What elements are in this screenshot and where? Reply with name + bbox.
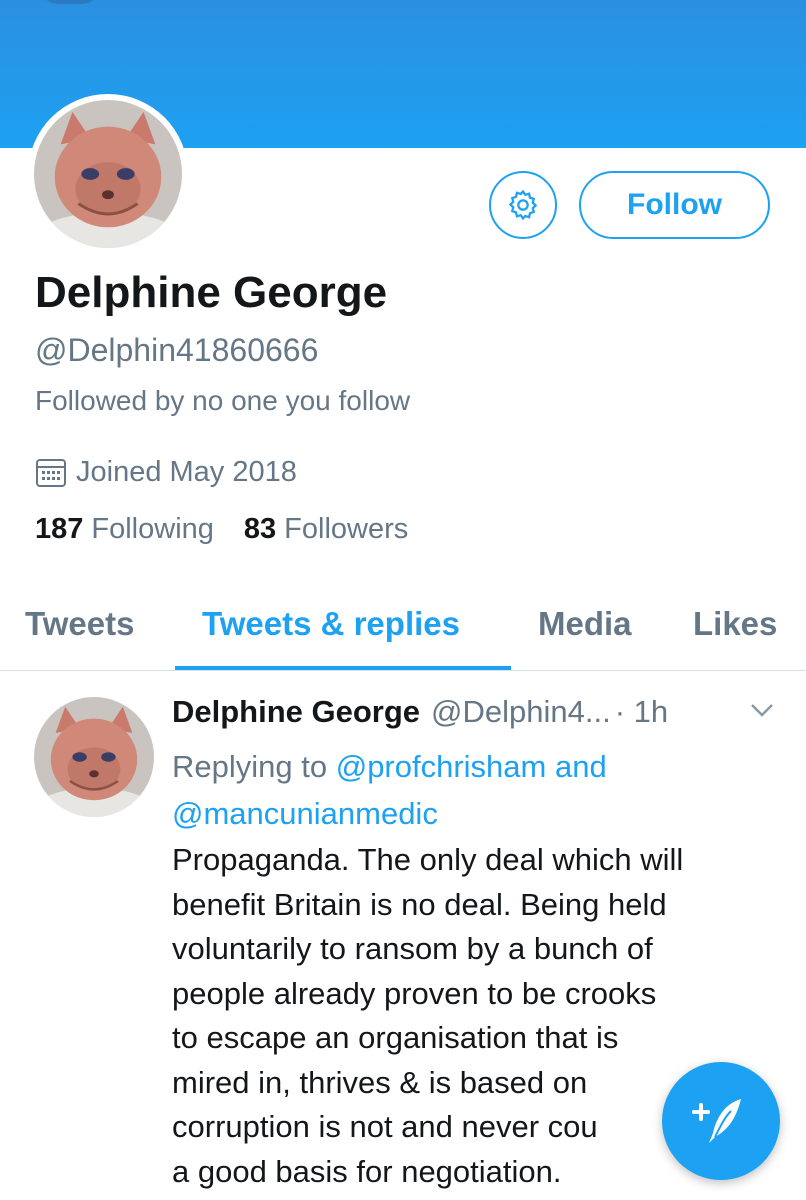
tweet-text-line: voluntarily to ransom by a bunch of [172, 931, 653, 966]
follow-button[interactable]: Follow [579, 171, 770, 239]
followers-label: Followers [284, 513, 409, 545]
compose-tweet-icon [692, 1099, 741, 1143]
joined-label: Joined May 2018 [76, 456, 297, 488]
profile-stats: 187 Following 83 Followers [35, 513, 408, 546]
kitten-avatar-image [34, 697, 154, 817]
active-tab-indicator [175, 666, 511, 670]
tweet-text-line: to escape an organisation that is [172, 1020, 619, 1055]
chevron-down-icon[interactable] [748, 700, 776, 720]
tweet-header: Delphine George @Delphin4... · 1h [172, 694, 668, 730]
tab-tweets[interactable]: Tweets [25, 605, 134, 643]
kitten-avatar-image [34, 100, 182, 248]
mention-link[interactable]: @mancunianmedic [172, 796, 438, 831]
joined-date: Joined May 2018 [35, 456, 297, 489]
tweet-author-name[interactable]: Delphine George [172, 694, 420, 730]
settings-button[interactable] [489, 171, 557, 239]
tab-media[interactable]: Media [538, 605, 632, 643]
following-label: Following [91, 513, 214, 545]
following-stat[interactable]: 187 Following [35, 513, 214, 546]
profile-avatar[interactable] [28, 94, 188, 254]
profile-name: Delphine George [35, 268, 388, 317]
tab-tweets-and-replies[interactable]: Tweets & replies [202, 605, 460, 643]
tweet-text-line: people already proven to be crooks [172, 975, 657, 1011]
tweet-timestamp[interactable]: · 1h [615, 694, 668, 730]
followers-count: 83 [243, 513, 277, 545]
banner-top-shape [40, 0, 100, 4]
tab-likes[interactable]: Likes [693, 605, 777, 643]
profile-tabs: Tweets Tweets & replies Media Likes [0, 580, 806, 671]
replying-to: Replying to @profchrisham and @mancunian… [172, 743, 732, 837]
tweet-avatar[interactable] [34, 697, 154, 817]
following-count: 187 [35, 513, 84, 545]
mention-link[interactable]: @profchrisham and [336, 749, 607, 784]
replying-to-label: Replying to [172, 749, 328, 784]
tweet-text-line: benefit Britain is no deal. Being held [172, 886, 667, 922]
compose-tweet-button[interactable] [662, 1062, 780, 1180]
followed-by-text: Followed by no one you follow [35, 385, 411, 416]
tweet-author-handle[interactable]: @Delphin4... [431, 694, 611, 730]
gear-icon [508, 189, 538, 221]
tweet-text-line: Propaganda. The only deal which will [172, 842, 684, 877]
followers-stat[interactable]: 83 Followers [244, 513, 408, 546]
calendar-icon [36, 458, 66, 487]
profile-handle: @Delphin41860666 [35, 332, 319, 368]
